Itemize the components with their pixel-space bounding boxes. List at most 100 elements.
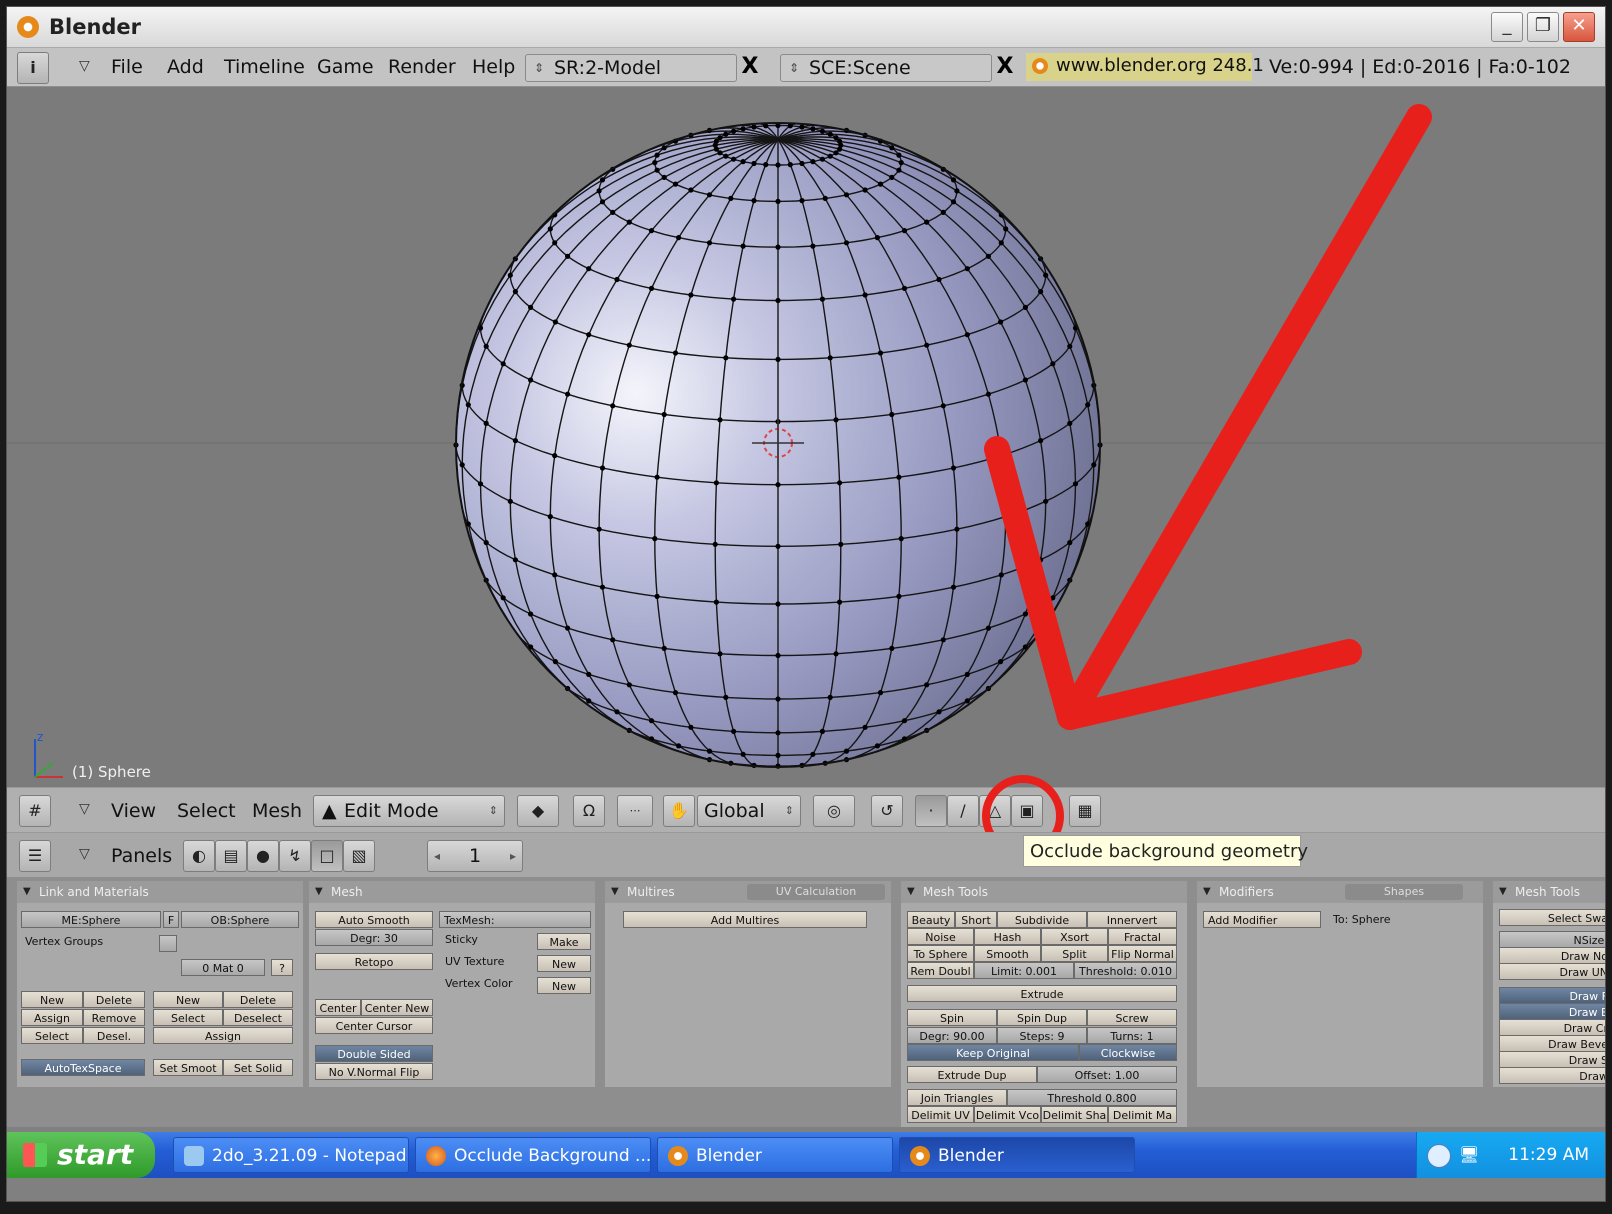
show-hidden-icons-icon[interactable]	[1427, 1144, 1451, 1168]
render-preview-icon[interactable]: ▦	[1069, 795, 1101, 827]
orientation-selector[interactable]: Global ⇕	[697, 795, 801, 827]
collapse-menu-icon[interactable]: ▽	[79, 801, 90, 817]
delimit-vcol-toggle[interactable]: Delimit Vco	[974, 1106, 1041, 1123]
keep-original-toggle[interactable]: Keep Original	[907, 1044, 1079, 1061]
center-new-button[interactable]: Center New	[361, 999, 433, 1016]
add-modifier-button[interactable]: Add Modifier	[1203, 911, 1321, 928]
vgroup-delete-button[interactable]: Delete	[83, 991, 145, 1008]
vgroup-deselect-button[interactable]: Desel.	[83, 1027, 145, 1044]
flip-normal-button[interactable]: Flip Normal	[1108, 945, 1177, 962]
vgroup-assign-button[interactable]: Assign	[21, 1009, 83, 1026]
vgroup-remove-button[interactable]: Remove	[83, 1009, 145, 1026]
beauty-toggle[interactable]: Beauty	[907, 911, 955, 928]
vertex-color-new-button[interactable]: New	[537, 977, 591, 994]
pivot-icon[interactable]: Ω	[573, 795, 605, 827]
remove-doubles-button[interactable]: Rem Doubl	[907, 962, 974, 979]
delimit-material-toggle[interactable]: Delimit Ma	[1108, 1106, 1177, 1123]
spin-dup-button[interactable]: Spin Dup	[997, 1009, 1087, 1026]
uv-texture-new-button[interactable]: New	[537, 955, 591, 972]
spin-degree-field[interactable]: Degr: 90.00	[907, 1027, 997, 1044]
center-cursor-button[interactable]: Center Cursor	[315, 1017, 433, 1034]
fake-user-button[interactable]: F	[163, 911, 179, 928]
editor-type-icon[interactable]: ☰	[19, 840, 51, 872]
undo-icon[interactable]: ↺	[871, 795, 903, 827]
draw-creases-toggle[interactable]: Draw Cr	[1499, 1019, 1605, 1036]
draw-normals-toggle[interactable]: Draw No	[1499, 947, 1605, 964]
join-threshold-field[interactable]: Threshold 0.800	[1007, 1089, 1177, 1106]
innervert-button[interactable]: Innervert	[1087, 911, 1177, 928]
fractal-button[interactable]: Fractal	[1108, 928, 1177, 945]
tab-shapes[interactable]: Shapes	[1345, 884, 1463, 900]
frame-field[interactable]: ◂ 1 ▸	[427, 840, 523, 872]
texmesh-field[interactable]: TexMesh:	[439, 911, 591, 928]
logic-context-icon[interactable]: ◐	[183, 840, 215, 872]
vertex-group-menu[interactable]	[159, 935, 177, 952]
minimize-button[interactable]: _	[1491, 12, 1523, 42]
network-icon[interactable]: 🖥	[1459, 1145, 1479, 1164]
subdivide-button[interactable]: Subdivide	[997, 911, 1087, 928]
object-name-field[interactable]: OB:Sphere	[181, 911, 299, 928]
draw-faces-toggle[interactable]: Draw F	[1499, 987, 1605, 1004]
viewport-canvas[interactable]: z	[7, 87, 1605, 787]
collapse-menu-icon[interactable]: ▽	[79, 846, 90, 862]
menu-help[interactable]: Help	[472, 56, 515, 78]
panel-title[interactable]: Link and Materials	[17, 881, 303, 903]
material-help-button[interactable]: ?	[271, 959, 293, 976]
noise-button[interactable]: Noise	[907, 928, 974, 945]
limit-field[interactable]: Limit: 0.001	[974, 962, 1074, 979]
collapse-menu-icon[interactable]: ▽	[79, 58, 90, 74]
editing-context-icon[interactable]: □	[311, 840, 343, 872]
menu-render[interactable]: Render	[388, 56, 456, 78]
tab-uv-calculation[interactable]: UV Calculation	[747, 884, 885, 900]
extrude-dup-button[interactable]: Extrude Dup	[907, 1066, 1037, 1083]
draw-type-icon[interactable]: ◆	[517, 795, 559, 827]
steps-field[interactable]: Steps: 9	[997, 1027, 1087, 1044]
offset-field[interactable]: Offset: 1.00	[1037, 1066, 1177, 1083]
normal-size-field[interactable]: NSize:	[1499, 931, 1605, 948]
draw-sharp-toggle[interactable]: Draw	[1499, 1067, 1605, 1084]
menu-mesh[interactable]: Mesh	[252, 800, 302, 822]
threshold-field[interactable]: Threshold: 0.010	[1074, 962, 1177, 979]
set-solid-button[interactable]: Set Solid	[223, 1059, 293, 1076]
sticky-make-button[interactable]: Make	[537, 933, 591, 950]
split-button[interactable]: Split	[1041, 945, 1108, 962]
xsort-button[interactable]: Xsort	[1041, 928, 1108, 945]
hash-button[interactable]: Hash	[974, 928, 1041, 945]
no-vnormal-flip-toggle[interactable]: No V.Normal Flip	[315, 1063, 433, 1080]
scene-selector[interactable]: ⇕ SCE:Scene	[780, 54, 992, 82]
taskbar-item-firefox[interactable]: Occlude Background ...	[415, 1137, 651, 1173]
draw-edges-toggle[interactable]: Draw E	[1499, 1003, 1605, 1020]
extrude-button[interactable]: Extrude	[907, 985, 1177, 1002]
delimit-sharp-toggle[interactable]: Delimit Sha	[1041, 1106, 1108, 1123]
restore-button[interactable]: ❐	[1527, 12, 1559, 42]
taskbar-item-notepad[interactable]: 2do_3.21.09 - Notepad	[173, 1137, 409, 1173]
center-button[interactable]: Center	[315, 999, 361, 1016]
auto-smooth-toggle[interactable]: Auto Smooth	[315, 911, 433, 928]
panel-title[interactable]: Mesh Tools	[1493, 881, 1605, 903]
spin-button[interactable]: Spin	[907, 1009, 997, 1026]
transform-manipulator-icon[interactable]: ⋯	[617, 795, 653, 827]
to-sphere-button[interactable]: To Sphere	[907, 945, 974, 962]
draw-seams-toggle[interactable]: Draw S	[1499, 1051, 1605, 1068]
draw-vnormals-toggle[interactable]: Draw UN	[1499, 963, 1605, 980]
screw-button[interactable]: Screw	[1087, 1009, 1177, 1026]
hand-manipulator-icon[interactable]: ✋	[663, 795, 695, 827]
vertex-select-icon[interactable]: ·	[915, 795, 947, 827]
close-button[interactable]: ✕	[1563, 12, 1595, 42]
menu-game[interactable]: Game	[317, 56, 374, 78]
menu-file[interactable]: File	[111, 56, 143, 78]
vgroup-select-button[interactable]: Select	[21, 1027, 83, 1044]
delete-scene-button[interactable]: X	[992, 54, 1018, 80]
object-context-icon[interactable]: ↯	[279, 840, 311, 872]
mode-selector[interactable]: ▲ Edit Mode ⇕	[313, 795, 505, 827]
draw-bevel-toggle[interactable]: Draw Beve	[1499, 1035, 1605, 1052]
smooth-button[interactable]: Smooth	[974, 945, 1041, 962]
retopo-toggle[interactable]: Retopo	[315, 953, 433, 970]
smooth-degree-field[interactable]: Degr: 30	[315, 929, 433, 946]
material-select-button[interactable]: Select	[153, 1009, 223, 1026]
script-context-icon[interactable]: ▤	[215, 840, 247, 872]
material-deselect-button[interactable]: Deselect	[223, 1009, 293, 1026]
info-icon[interactable]: i	[17, 52, 49, 84]
join-triangles-button[interactable]: Join Triangles	[907, 1089, 1007, 1106]
panel-title[interactable]: Mesh	[309, 881, 595, 903]
